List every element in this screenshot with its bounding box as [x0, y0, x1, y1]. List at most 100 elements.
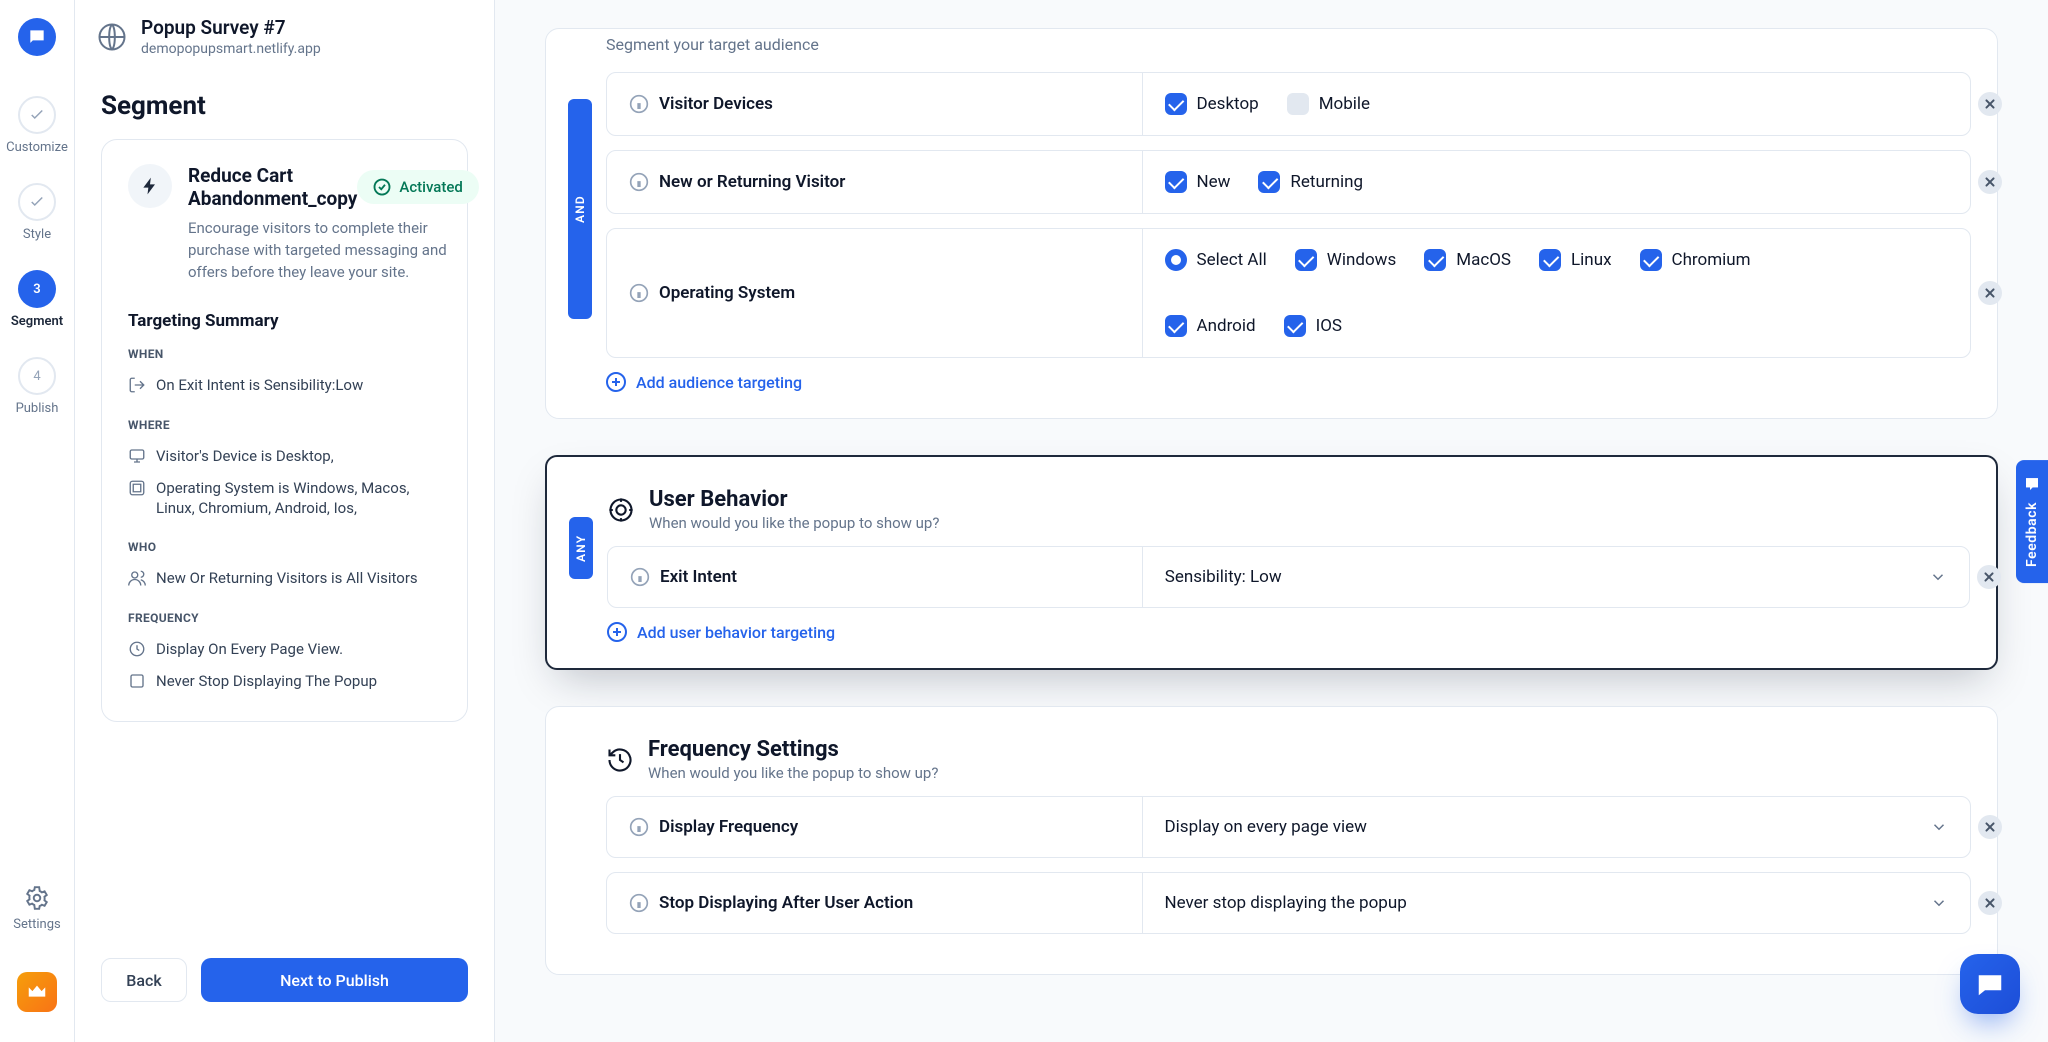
info-icon: [629, 817, 649, 837]
add-behavior-targeting[interactable]: Add user behavior targeting: [607, 622, 1970, 642]
template-card: Reduce Cart Abandonment_copy Activated E…: [101, 139, 468, 722]
survey-domain: demopopupsmart.netlify.app: [141, 41, 321, 57]
frequency-title: Frequency Settings: [648, 737, 938, 762]
remove-rule[interactable]: [1977, 565, 2001, 589]
section-title: Segment: [101, 91, 468, 121]
check-icon: [28, 106, 46, 124]
inbox-icon: [2024, 476, 2040, 492]
behavior-title: User Behavior: [649, 487, 939, 512]
step-number: 4: [33, 369, 40, 384]
step-label: Segment: [11, 314, 63, 329]
info-icon: [629, 94, 649, 114]
audience-panel: Segment your target audience AND Visitor…: [545, 28, 1998, 419]
chevron-down-icon: [1930, 818, 1948, 836]
remove-rule[interactable]: [1978, 815, 2002, 839]
opt-new[interactable]: New: [1165, 171, 1231, 193]
exit-icon: [128, 376, 146, 394]
stop-displaying-select[interactable]: Never stop displaying the popup: [1142, 873, 1971, 933]
survey-title: Popup Survey #7: [141, 16, 321, 39]
opt-android[interactable]: Android: [1165, 315, 1256, 337]
activated-badge: Activated: [357, 170, 479, 204]
remove-rule[interactable]: [1978, 92, 2002, 116]
check-icon: [28, 193, 46, 211]
opt-desktop[interactable]: Desktop: [1165, 93, 1259, 115]
bolt-icon: [140, 176, 160, 196]
step-label: Style: [23, 227, 51, 242]
wizard-steps: Customize Style 3 Segment 4 Publish: [0, 96, 74, 416]
device-icon: [128, 447, 146, 465]
side-footer: Back Next to Publish: [75, 938, 494, 1042]
summary-row: Visitor's Device is Desktop,: [128, 440, 441, 472]
remove-rule[interactable]: [1978, 281, 2002, 305]
users-icon: [128, 569, 146, 587]
label-who: WHO: [128, 540, 441, 554]
main-area: Segment your target audience AND Visitor…: [495, 0, 2048, 1042]
frequency-panel: Frequency Settings When would you like t…: [545, 706, 1998, 975]
label-when: WHEN: [128, 347, 441, 361]
step-label: Customize: [6, 140, 68, 155]
behavior-panel: User Behavior When would you like the po…: [545, 455, 1998, 670]
card-title: Reduce Cart Abandonment_copy: [188, 164, 357, 210]
os-icon: [128, 479, 146, 497]
check-circle-icon: [373, 178, 391, 196]
upgrade-button[interactable]: [17, 972, 57, 1012]
chevron-down-icon: [1930, 894, 1948, 912]
step-number: 3: [33, 282, 40, 297]
history-icon: [606, 746, 634, 774]
summary-row: Operating System is Windows, Macos, Linu…: [128, 472, 441, 525]
label-frequency: FREQUENCY: [128, 611, 441, 625]
step-customize[interactable]: Customize: [6, 96, 68, 155]
info-icon: [630, 567, 650, 587]
display-frequency-select[interactable]: Display on every page view: [1142, 797, 1971, 857]
plus-icon: [607, 622, 627, 642]
opt-chromium[interactable]: Chromium: [1640, 249, 1751, 271]
globe-icon: [97, 22, 127, 52]
side-panel: Popup Survey #7 demopopupsmart.netlify.a…: [75, 0, 495, 1042]
audience-logic-tag: AND: [568, 99, 592, 319]
info-icon: [629, 172, 649, 192]
step-style[interactable]: Style: [18, 183, 56, 242]
info-icon: [629, 283, 649, 303]
label-where: WHERE: [128, 418, 441, 432]
exit-intent-select[interactable]: Sensibility: Low: [1142, 547, 1969, 607]
help-chat-button[interactable]: [1960, 954, 2020, 1014]
summary-row: On Exit Intent is Sensibility:Low: [128, 369, 441, 401]
opt-select-all[interactable]: Select All: [1165, 249, 1267, 271]
remove-rule[interactable]: [1978, 170, 2002, 194]
card-desc: Encourage visitors to complete their pur…: [188, 218, 479, 283]
behavior-logic-tag: ANY: [569, 517, 593, 579]
rail-settings[interactable]: Settings: [13, 885, 60, 932]
info-icon: [629, 893, 649, 913]
summary-row: Display On Every Page View.: [128, 633, 441, 665]
opt-mobile[interactable]: Mobile: [1287, 93, 1370, 115]
back-button[interactable]: Back: [101, 958, 187, 1002]
next-button[interactable]: Next to Publish: [201, 958, 468, 1002]
template-icon-wrap: [128, 164, 172, 208]
settings-label: Settings: [13, 917, 60, 932]
behavior-desc: When would you like the popup to show up…: [649, 514, 939, 532]
frequency-desc: When would you like the popup to show up…: [648, 764, 938, 782]
summary-row: Never Stop Displaying The Popup: [128, 665, 441, 697]
opt-macos[interactable]: MacOS: [1424, 249, 1511, 271]
step-publish[interactable]: 4 Publish: [16, 357, 59, 416]
summary-row: New Or Returning Visitors is All Visitor…: [128, 562, 441, 594]
target-icon: [607, 496, 635, 524]
summary-title: Targeting Summary: [128, 311, 441, 331]
remove-rule[interactable]: [1978, 891, 2002, 915]
chat-bubble-icon: [27, 27, 47, 47]
opt-ios[interactable]: IOS: [1284, 315, 1342, 337]
step-segment[interactable]: 3 Segment: [11, 270, 63, 329]
rule-display-frequency: Display Frequency Display on every page …: [606, 796, 1971, 858]
brand-logo[interactable]: [18, 18, 56, 56]
chevron-down-icon: [1929, 568, 1947, 586]
opt-windows[interactable]: Windows: [1295, 249, 1396, 271]
opt-linux[interactable]: Linux: [1539, 249, 1611, 271]
rule-visitor-devices: Visitor Devices Desktop Mobile: [606, 72, 1971, 136]
feedback-tab[interactable]: Feedback: [2016, 460, 2048, 583]
rule-stop-displaying: Stop Displaying After User Action Never …: [606, 872, 1971, 934]
left-rail: Customize Style 3 Segment 4 Publish Sett…: [0, 0, 75, 1042]
opt-returning[interactable]: Returning: [1258, 171, 1363, 193]
side-header: Popup Survey #7 demopopupsmart.netlify.a…: [75, 0, 494, 73]
add-audience-targeting[interactable]: Add audience targeting: [606, 372, 1971, 392]
plus-icon: [606, 372, 626, 392]
